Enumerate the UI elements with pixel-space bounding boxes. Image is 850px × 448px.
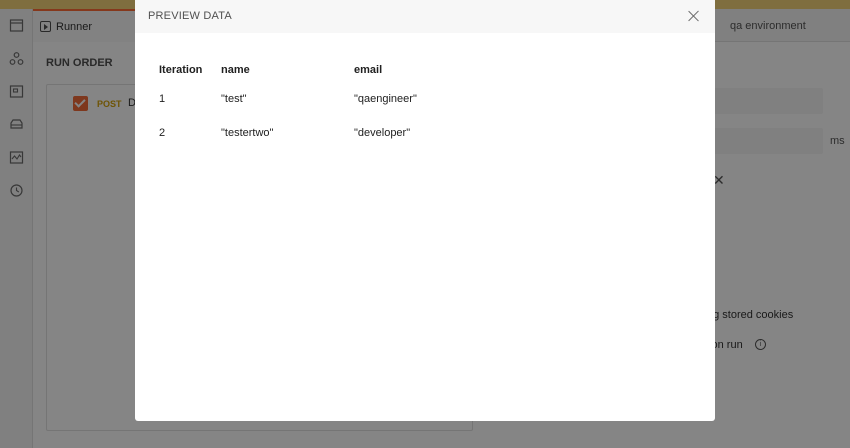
- table-header-row: Iteration name email: [159, 60, 679, 82]
- cell-iteration: 2: [159, 127, 166, 139]
- cell-email: "qaengineer": [354, 93, 417, 105]
- preview-data-modal: PREVIEW DATA Iteration name email 1 "tes…: [135, 0, 715, 421]
- cell-email: "developer": [354, 127, 411, 139]
- column-header-email: email: [354, 64, 383, 76]
- modal-title: PREVIEW DATA: [148, 10, 232, 22]
- cell-iteration: 1: [159, 93, 166, 105]
- cell-name: "test": [221, 93, 247, 105]
- close-icon[interactable]: [686, 8, 702, 24]
- table-row: 1 "test" "qaengineer": [159, 82, 679, 116]
- modal-header: PREVIEW DATA: [135, 0, 715, 33]
- cell-name: "testertwo": [221, 127, 274, 139]
- table-row: 2 "testertwo" "developer": [159, 116, 679, 150]
- column-header-name: name: [221, 64, 250, 76]
- column-header-iteration: Iteration: [159, 64, 203, 76]
- preview-data-table: Iteration name email 1 "test" "qaenginee…: [159, 60, 679, 150]
